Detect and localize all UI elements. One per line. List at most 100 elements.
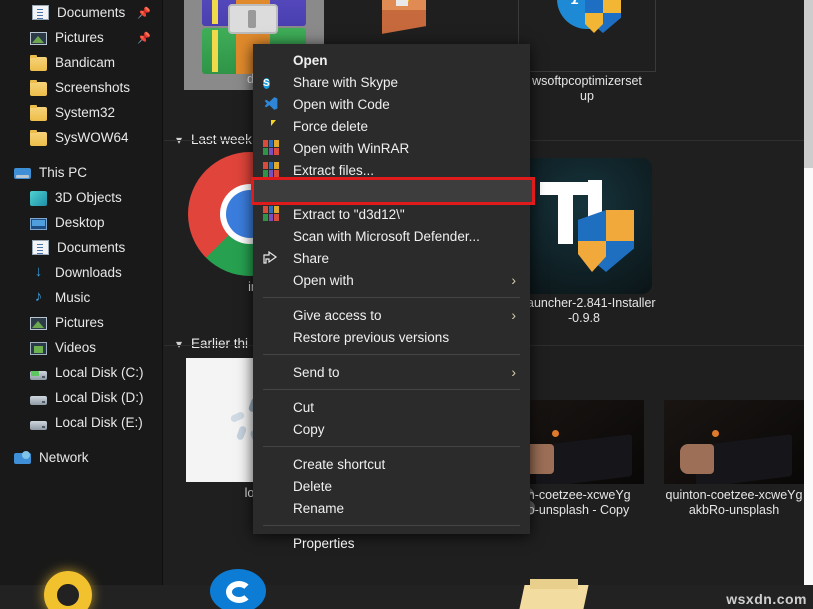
sidebar-item-pictures[interactable]: Pictures 📌 [0,25,163,50]
sidebar-item-this-pc[interactable]: This PC [0,160,163,185]
menu-item-label: Open [293,53,328,68]
menu-item-copy[interactable]: Copy [253,418,530,440]
no-icon [263,456,281,472]
menu-item-label: Force delete [293,119,368,134]
taskbar[interactable] [0,585,813,609]
group-header-label: Earlier thi [191,336,248,351]
share-icon [263,250,281,266]
menu-item-extract-files[interactable]: Extract files... [253,159,530,181]
menu-item-rename[interactable]: Rename [253,497,530,519]
vscode-icon [263,96,281,112]
menu-item-cut[interactable]: Cut [253,396,530,418]
picture-icon [30,317,47,330]
menu-item-share[interactable]: Share [253,247,530,269]
sidebar-item-syswow64[interactable]: SysWOW64 [0,125,163,150]
list-item[interactable]: A wsoftpcoptimizerset up [512,0,662,106]
no-icon [263,52,281,68]
sidebar-item-label: Pictures [55,30,104,45]
sidebar-item-label: This PC [39,165,87,180]
no-icon [263,329,281,345]
sidebar-item-videos[interactable]: Videos [0,335,163,360]
sidebar-item-system32[interactable]: System32 [0,100,163,125]
sidebar-item-label: Desktop [55,215,105,230]
menu-item-force-delete[interactable]: Force delete [253,115,530,137]
context-menu[interactable]: Open SShare with SkypeOpen with Code Force… [253,44,530,534]
menu-item-label: Extract files... [293,163,374,178]
winrar-icon [263,162,281,178]
menu-item-label: Extract to "d3d12\" [293,207,405,222]
menu-item-send-to[interactable]: Send to› [253,361,530,383]
sidebar-item-label: Videos [55,340,96,355]
disk-icon [30,421,47,430]
menu-item-open[interactable]: Open [253,49,530,71]
sidebar-item-downloads[interactable]: ↓ Downloads [0,260,163,285]
picture-icon [30,32,47,45]
force-delete-icon [263,118,281,134]
menu-item-share-with-skype[interactable]: SShare with Skype [253,71,530,93]
scrollbar-thumb[interactable] [804,0,813,168]
sidebar-item-label: System32 [55,105,115,120]
menu-separator [263,297,520,298]
downloads-icon: ↓ [30,264,47,281]
sidebar-item-label: Network [39,450,89,465]
menu-item-label: Rename [293,501,344,516]
tlauncher-logo-thumb [516,158,652,294]
defender-icon [263,228,281,244]
sidebar-item-label: Downloads [55,265,122,280]
list-item[interactable]: quinton-coetzee-xcweYg akbRo-unsplash [654,400,805,540]
list-item-label: wsoftpcoptimizerset up [512,74,662,104]
menu-item-restore-previous-versions[interactable]: Restore previous versions [253,326,530,348]
menu-item-open-with-winrar[interactable]: Open with WinRAR [253,137,530,159]
sidebar-item-network[interactable]: Network [0,445,163,470]
menu-item-properties[interactable]: Properties [253,532,530,554]
menu-item-open-with-code[interactable]: Open with Code [253,93,530,115]
menu-item-scan-with-microsoft-defender[interactable]: Scan with Microsoft Defender... [253,225,530,247]
no-icon [263,364,281,380]
sidebar-item-music[interactable]: ♪Music [0,285,163,310]
sidebar-item-bandicam[interactable]: Bandicam [0,50,163,75]
this-pc-icon [14,168,31,179]
menu-separator [263,389,520,390]
menu-item-label: Create shortcut [293,457,385,472]
sidebar-item-documents[interactable]: Documents 📌 [0,0,163,25]
pin-icon[interactable]: 📌 [137,6,151,19]
3d-objects-icon [30,191,47,206]
site-watermark: wsxdn.com [726,591,807,607]
extract-here-highlight-fill [254,180,532,202]
winrar-icon [263,140,281,156]
menu-separator [263,354,520,355]
sidebar-item-screenshots[interactable]: Screenshots [0,75,163,100]
sidebar-item-pictures[interactable]: Pictures [0,310,163,335]
desktop-icon [30,218,47,230]
document-icon [32,240,49,255]
taskbar-icon-edge[interactable] [210,569,266,609]
sidebar-item-label: Bandicam [55,55,115,70]
group-header[interactable]: ▾ Earlier thi [176,336,248,351]
navigation-sidebar[interactable]: Documents 📌 Pictures 📌 Bandicam Screenshots Sy… [0,0,163,585]
menu-item-create-shortcut[interactable]: Create shortcut [253,453,530,475]
sidebar-item-local-disk-c[interactable]: Local Disk (C:) [0,360,163,385]
taskbar-icon-folder[interactable] [522,579,586,609]
vertical-scrollbar[interactable] [804,0,813,585]
menu-item-extract-to-d3d12[interactable]: Extract to "d3d12\" [253,203,530,225]
sidebar-item-local-disk-e[interactable]: Local Disk (E:) [0,410,163,435]
taskbar-icon-yellow[interactable] [40,571,96,609]
sidebar-item-label: SysWOW64 [55,130,129,145]
submenu-arrow-icon: › [511,365,516,379]
pin-icon[interactable]: 📌 [137,31,151,44]
folder-icon [30,82,47,96]
sidebar-item-label: Documents [57,5,125,20]
no-icon [263,478,281,494]
sidebar-spacer [0,435,163,445]
sidebar-item-local-disk-d[interactable]: Local Disk (D:) [0,385,163,410]
video-icon [30,342,47,355]
menu-item-label: Give access to [293,308,382,323]
sidebar-item-desktop[interactable]: Desktop [0,210,163,235]
sidebar-item-label: Screenshots [55,80,130,95]
menu-item-delete[interactable]: Delete [253,475,530,497]
sidebar-item-documents[interactable]: Documents [0,235,163,260]
menu-item-open-with[interactable]: Open with› [253,269,530,291]
sidebar-item-3d-objects[interactable]: 3D Objects [0,185,163,210]
menu-item-give-access-to[interactable]: Give access to› [253,304,530,326]
no-icon [263,399,281,415]
